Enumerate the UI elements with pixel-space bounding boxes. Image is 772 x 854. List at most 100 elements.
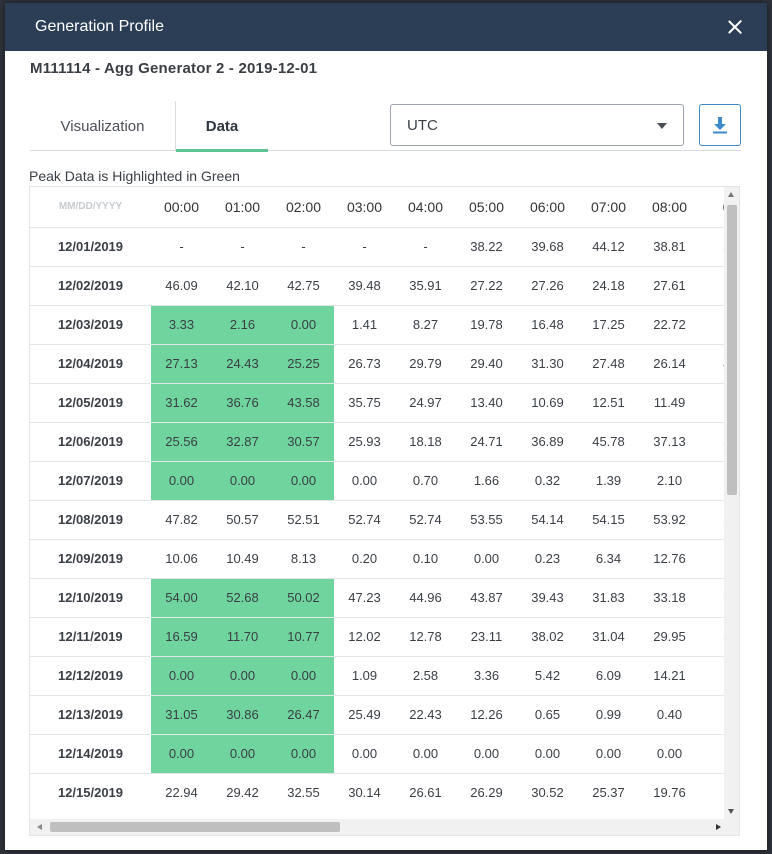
- peak-value-cell: 0.00: [212, 460, 273, 500]
- value-cell: 42.75: [273, 265, 334, 305]
- hour-column-header: 03:00: [346, 198, 383, 215]
- table-row: 12/07/2019 0.00 0.00 0.00 0.00 0.70 1.66 0.32 1.…: [30, 460, 725, 500]
- data-table-viewport: MM/DD/YYYY 00:00 01:00 02:00 03:00 04:00 05:0…: [30, 187, 725, 820]
- value-cell: 10.69: [517, 382, 578, 422]
- vertical-scroll-thumb[interactable]: [727, 205, 737, 495]
- value-cell: 10.06: [151, 538, 212, 578]
- value-cell: 29.95: [639, 616, 700, 656]
- value-cell: 24.18: [578, 265, 639, 305]
- value-cell: 1.41: [334, 304, 395, 344]
- table-row: 12/01/2019-----38.2239.6844.1238.8136: [30, 226, 725, 266]
- value-cell: 3.36: [456, 655, 517, 695]
- value-cell: 27.61: [639, 265, 700, 305]
- value-cell: 39.43: [517, 577, 578, 617]
- table-row: 12/08/2019 47.82 50.57 52.51 52.74 52.74 53.55…: [30, 499, 725, 539]
- value-cell: 12: [700, 772, 725, 812]
- value-cell: 30: [700, 616, 725, 656]
- vertical-scrollbar[interactable]: [724, 187, 739, 820]
- download-button[interactable]: [699, 104, 741, 146]
- hour-column-header: 06:00: [529, 198, 566, 215]
- row-date: 12/02/2019: [30, 265, 151, 305]
- timezone-value: UTC: [407, 116, 438, 134]
- value-cell: 26.14: [639, 343, 700, 383]
- row-date: 12/04/2019: [30, 343, 151, 383]
- value-cell: -: [212, 226, 273, 266]
- value-cell: 0.00: [578, 733, 639, 773]
- value-cell: 31: [700, 421, 725, 461]
- peak-value-cell: 0.00: [151, 733, 212, 773]
- row-date: 12/01/2019: [30, 226, 151, 266]
- value-cell: 38.81: [639, 226, 700, 266]
- value-cell: 26.29: [456, 772, 517, 812]
- value-cell: 0.00: [395, 733, 456, 773]
- tab-visualization[interactable]: Visualization: [30, 101, 175, 151]
- value-cell: 12.78: [395, 616, 456, 656]
- hour-column-header: 00:00: [163, 198, 200, 215]
- value-cell: 39.48: [334, 265, 395, 305]
- scroll-up-icon[interactable]: [728, 192, 734, 197]
- value-cell: 0.23: [517, 538, 578, 578]
- peak-value-cell: 24.43: [212, 343, 273, 383]
- value-cell: 44.96: [395, 577, 456, 617]
- value-cell: 52.74: [395, 499, 456, 539]
- table-row: 12/04/2019 27.13 24.43 25.25 26.73 29.79 29.40…: [30, 343, 725, 383]
- close-icon[interactable]: [723, 15, 747, 39]
- value-cell: 0.40: [639, 694, 700, 734]
- row-date: 12/11/2019: [30, 616, 151, 656]
- scroll-right-icon[interactable]: [716, 824, 721, 830]
- value-cell: 0.00: [334, 733, 395, 773]
- value-cell: 0.: [700, 733, 725, 773]
- peak-value-cell: 3.33: [151, 304, 212, 344]
- peak-value-cell: 27.13: [151, 343, 212, 383]
- table-row: 12/14/2019 0.00 0.00 0.00 0.00 0.00 0.00 0.00 0.…: [30, 733, 725, 773]
- value-cell: 5.42: [517, 655, 578, 695]
- peak-value-cell: 0.00: [151, 655, 212, 695]
- value-cell: 14.21: [639, 655, 700, 695]
- peak-value-cell: 0.00: [273, 655, 334, 695]
- peak-value-cell: 0.00: [273, 460, 334, 500]
- scroll-down-icon[interactable]: [728, 809, 734, 814]
- value-cell: 0.70: [395, 460, 456, 500]
- peak-value-cell: 26.47: [273, 694, 334, 734]
- value-cell: 32.55: [273, 772, 334, 812]
- hour-column-header: 05:00: [468, 198, 505, 215]
- table-row: 12/10/2019 54.00 52.68 50.02 47.23 44.96 43.87…: [30, 577, 725, 617]
- row-date: 12/03/2019: [30, 304, 151, 344]
- horizontal-scroll-thumb[interactable]: [50, 822, 340, 832]
- value-cell: 31: [700, 577, 725, 617]
- value-cell: 29.40: [456, 343, 517, 383]
- peak-value-cell: 32.87: [212, 421, 273, 461]
- value-cell: 54.14: [517, 499, 578, 539]
- modal-header: Generation Profile: [5, 3, 767, 51]
- value-cell: 0.99: [578, 694, 639, 734]
- horizontal-scrollbar[interactable]: [30, 819, 739, 835]
- timezone-select[interactable]: UTC: [390, 104, 684, 146]
- table-row: 12/03/2019 3.33 2.16 0.00 1.41 8.27 19.78 16.48…: [30, 304, 725, 344]
- value-cell: 26: [700, 265, 725, 305]
- value-cell: 25.49: [334, 694, 395, 734]
- value-cell: 29.42: [212, 772, 273, 812]
- value-cell: 0.: [700, 694, 725, 734]
- tab-data[interactable]: Data: [175, 101, 268, 152]
- peak-value-cell: 0.00: [212, 733, 273, 773]
- hour-column-header: 02:00: [285, 198, 322, 215]
- value-cell: 1.09: [334, 655, 395, 695]
- peak-value-cell: 54.00: [151, 577, 212, 617]
- value-cell: 0.65: [517, 694, 578, 734]
- peak-value-cell: 11.70: [212, 616, 273, 656]
- value-cell: 12.51: [578, 382, 639, 422]
- value-cell: 8.27: [395, 304, 456, 344]
- row-date: 12/12/2019: [30, 655, 151, 695]
- value-cell: 33.18: [639, 577, 700, 617]
- value-cell: 12.76: [639, 538, 700, 578]
- value-cell: 39.68: [517, 226, 578, 266]
- peak-note: Peak Data is Highlighted in Green: [29, 168, 240, 184]
- table-header-row: MM/DD/YYYY 00:00 01:00 02:00 03:00 04:00 05:0…: [30, 187, 725, 227]
- value-cell: 0.00: [639, 733, 700, 773]
- table-row: 12/02/2019 46.09 42.10 42.75 39.48 35.91 27.22…: [30, 265, 725, 305]
- date-column-header: MM/DD/YYYY: [58, 201, 123, 213]
- value-cell: 9.: [700, 538, 725, 578]
- value-cell: 12: [700, 382, 725, 422]
- scroll-left-icon[interactable]: [37, 824, 42, 830]
- value-cell: 54.15: [578, 499, 639, 539]
